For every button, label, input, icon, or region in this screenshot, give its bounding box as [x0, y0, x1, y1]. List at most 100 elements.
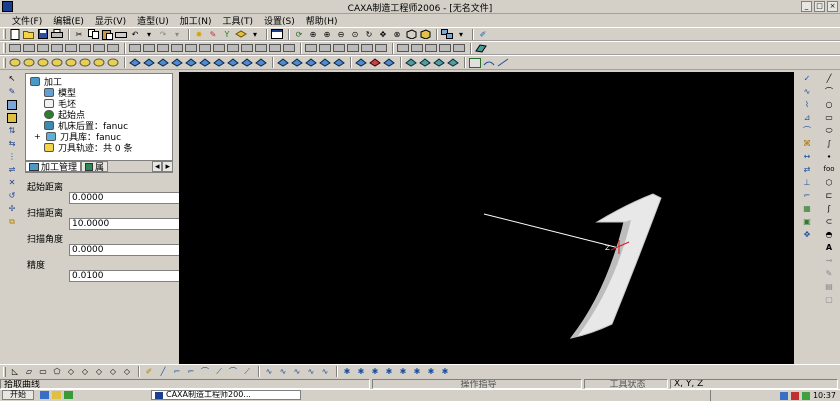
ellipse-tool-icon[interactable]: ⬭: [823, 125, 835, 136]
machining-icon[interactable]: [9, 57, 21, 68]
paste-icon[interactable]: [101, 29, 113, 40]
tool-x-icon[interactable]: [347, 43, 359, 54]
move-icon[interactable]: ✢: [6, 203, 18, 214]
tool-h-icon[interactable]: [107, 43, 119, 54]
layer-icon[interactable]: [235, 29, 247, 40]
project-tool-icon[interactable]: ⊂: [823, 216, 835, 227]
tool-g-icon[interactable]: [93, 43, 105, 54]
menu-view[interactable]: 显示(V): [95, 14, 126, 27]
curve-tool-icon[interactable]: ∿: [801, 86, 813, 97]
hook-tool-icon[interactable]: ʃ: [823, 203, 835, 214]
precision-input[interactable]: 0.0100: [69, 270, 197, 282]
toolpath-edit-icon[interactable]: [319, 57, 331, 68]
surface-edit-icon[interactable]: ✱: [397, 366, 409, 377]
curve-edit-icon[interactable]: ∿: [305, 366, 317, 377]
post-icon[interactable]: [405, 57, 417, 68]
scale-icon[interactable]: ✕: [6, 177, 18, 188]
toolbar-grip[interactable]: [3, 43, 6, 53]
tool-s-icon[interactable]: [269, 43, 281, 54]
surface-edit-icon[interactable]: ✱: [383, 366, 395, 377]
copy-icon[interactable]: [87, 29, 99, 40]
machining-icon[interactable]: [23, 57, 35, 68]
menu-machining[interactable]: 加工(N): [180, 14, 212, 27]
menu-help[interactable]: 帮助(H): [306, 14, 338, 27]
tool-r-icon[interactable]: [255, 43, 267, 54]
graphics-viewport[interactable]: Z: [179, 72, 794, 364]
machining-icon[interactable]: [107, 57, 119, 68]
tool-l-icon[interactable]: [171, 43, 183, 54]
view-iso-icon[interactable]: ⬠: [51, 366, 63, 377]
toolpath-edit-icon[interactable]: [277, 57, 289, 68]
undo-icon[interactable]: ↶: [129, 29, 141, 40]
view-icon[interactable]: ◇: [65, 366, 77, 377]
transform-icon[interactable]: ⇆: [6, 138, 18, 149]
curve-edit-icon[interactable]: ∿: [319, 366, 331, 377]
curve-tool-icon[interactable]: ⌐: [801, 190, 813, 201]
color-icon[interactable]: ✎: [207, 29, 219, 40]
cut-icon[interactable]: ✂: [73, 29, 85, 40]
view-icon[interactable]: ◇: [93, 366, 105, 377]
curve-tool-icon[interactable]: ▦: [801, 203, 813, 214]
pan-icon[interactable]: ✥: [377, 29, 389, 40]
curve-tool-icon[interactable]: ↔: [801, 151, 813, 162]
tab-machining-manage[interactable]: 加工管理: [25, 161, 82, 173]
rotate-icon[interactable]: ↺: [6, 190, 18, 201]
rotate-icon[interactable]: ↻: [363, 29, 375, 40]
offset-tool-icon[interactable]: ⊏: [823, 190, 835, 201]
view-front-icon[interactable]: ◺: [9, 366, 21, 377]
section-tool-icon[interactable]: ◓: [823, 229, 835, 240]
tool-k-icon[interactable]: [157, 43, 169, 54]
network-icon[interactable]: [779, 391, 788, 400]
curve-tool-icon[interactable]: ▣: [801, 216, 813, 227]
tool-y-icon[interactable]: [361, 43, 373, 54]
print-preview-icon[interactable]: [115, 29, 127, 40]
menu-edit[interactable]: 编辑(E): [53, 14, 84, 27]
print-icon[interactable]: [51, 29, 63, 40]
curve-tool-icon[interactable]: ⌇: [801, 99, 813, 110]
surface-edit-icon[interactable]: ✱: [341, 366, 353, 377]
curve-edit-icon[interactable]: ∿: [277, 366, 289, 377]
tool-icon[interactable]: ▢: [823, 294, 835, 305]
surface-edit-icon[interactable]: ✱: [411, 366, 423, 377]
simulation-icon[interactable]: [383, 57, 395, 68]
pencil-icon[interactable]: ✎: [6, 86, 18, 97]
surface-icon[interactable]: [475, 43, 487, 54]
copy-transform-icon[interactable]: ⧉: [6, 216, 18, 227]
zoom-in-icon[interactable]: ⊕: [321, 29, 333, 40]
curve-edit-icon[interactable]: ∿: [263, 366, 275, 377]
redo-icon[interactable]: ↷: [157, 29, 169, 40]
tool-a-icon[interactable]: [9, 43, 21, 54]
antivirus-icon[interactable]: [790, 391, 799, 400]
start-distance-input[interactable]: 0.0000: [69, 192, 197, 204]
toolbar-grip[interactable]: [3, 366, 6, 377]
menu-file[interactable]: 文件(F): [12, 14, 42, 27]
expand-icon[interactable]: +: [34, 132, 42, 141]
toolbar-grip[interactable]: [3, 57, 6, 68]
toolpath-icon[interactable]: [199, 57, 211, 68]
post-icon[interactable]: [419, 57, 431, 68]
close-button[interactable]: ×: [827, 1, 838, 12]
tool-q-icon[interactable]: [241, 43, 253, 54]
tool-icon[interactable]: ▤: [823, 281, 835, 292]
tool-ab-icon[interactable]: [411, 43, 423, 54]
ie-icon[interactable]: [40, 391, 49, 399]
view-icon[interactable]: ◇: [121, 366, 133, 377]
menu-tools[interactable]: 工具(T): [223, 14, 254, 27]
curve-tool-icon[interactable]: ⌘: [801, 138, 813, 149]
tool-ad-icon[interactable]: [439, 43, 451, 54]
split-icon[interactable]: ⇅: [6, 125, 18, 136]
dropdown-arrow-icon[interactable]: ▾: [455, 29, 467, 40]
tool-c-icon[interactable]: [37, 43, 49, 54]
menu-modeling[interactable]: 造型(U): [137, 14, 169, 27]
tool-e-icon[interactable]: [65, 43, 77, 54]
view-side-icon[interactable]: ▭: [37, 366, 49, 377]
folder-icon[interactable]: [52, 391, 61, 399]
array-icon[interactable]: ⋮: [6, 151, 18, 162]
volume-icon[interactable]: [801, 391, 810, 400]
new-file-icon[interactable]: [9, 28, 21, 40]
curve-tool-icon[interactable]: ⌒: [801, 125, 813, 136]
tool-o-icon[interactable]: [213, 43, 225, 54]
toolpath-icon[interactable]: [227, 57, 239, 68]
tool-z-icon[interactable]: [375, 43, 387, 54]
window-icon[interactable]: [271, 29, 283, 40]
